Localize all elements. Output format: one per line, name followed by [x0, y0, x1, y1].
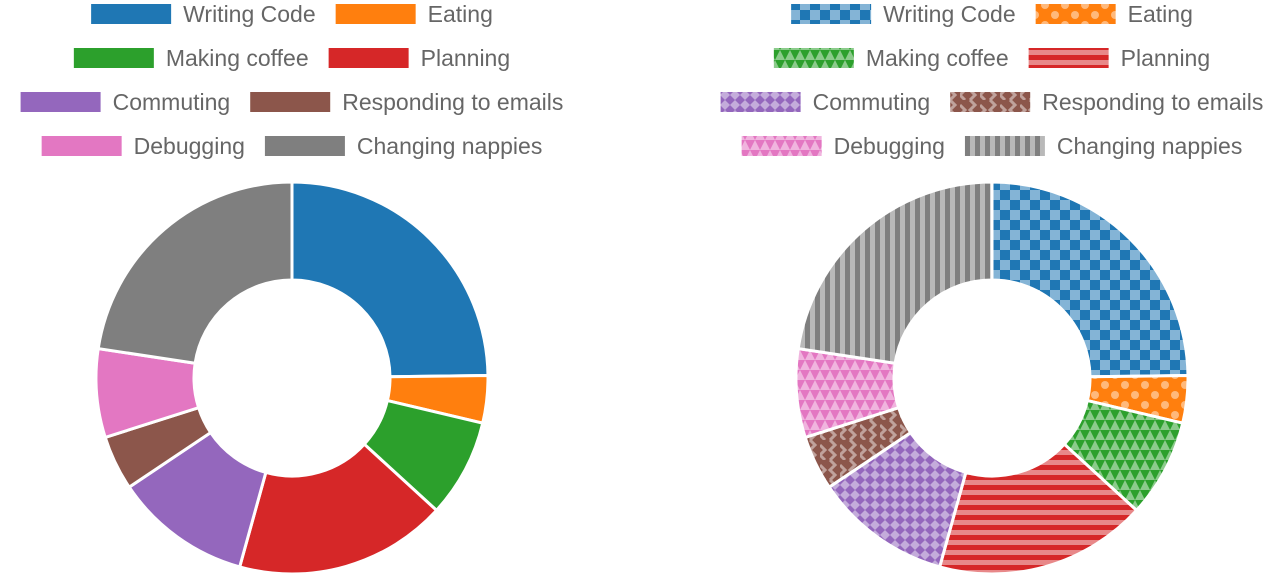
doughnut-slices — [94, 180, 490, 575]
legend-swatch — [741, 136, 822, 156]
legend-item-changing-nappies[interactable]: Changing nappies — [264, 133, 542, 159]
legend-item-planning[interactable]: Planning — [328, 45, 511, 71]
legend-label: Making coffee — [166, 45, 309, 71]
legend-item-commuting[interactable]: Commuting — [720, 89, 931, 115]
legend-item-commuting[interactable]: Commuting — [20, 89, 231, 115]
legend-swatch — [1035, 4, 1116, 24]
legend-item-making-coffee[interactable]: Making coffee — [773, 45, 1009, 71]
legend-swatch — [91, 4, 172, 24]
legend-label: Debugging — [834, 133, 945, 159]
legend: Writing Code Eating Making coffee Planning C… — [720, 1, 1263, 159]
legend-label: Responding to emails — [1042, 89, 1263, 115]
slice-writing-code[interactable] — [290, 180, 490, 379]
legend-item-debugging[interactable]: Debugging — [41, 133, 245, 159]
legend-label: Writing Code — [183, 1, 316, 27]
legend-item-writing-code[interactable]: Writing Code — [91, 1, 316, 27]
legend-label: Changing nappies — [357, 133, 542, 159]
legend-label: Writing Code — [883, 1, 1016, 27]
legend-label: Commuting — [813, 89, 931, 115]
legend-label: Responding to emails — [342, 89, 563, 115]
legend-swatch — [720, 92, 801, 112]
legend-label: Changing nappies — [1057, 133, 1242, 159]
doughnut-slices — [794, 180, 1190, 575]
legend-swatch — [73, 48, 154, 68]
legend-label: Planning — [1121, 45, 1211, 71]
legend-swatch — [41, 136, 122, 156]
doughnut-chart-patterned: Writing Code Eating Making coffee Planning C… — [720, 1, 1263, 575]
legend-item-responding-to-emails[interactable]: Responding to emails — [950, 89, 1263, 115]
legend-label: Commuting — [113, 89, 231, 115]
legend-swatch — [335, 4, 416, 24]
legend-item-responding-to-emails[interactable]: Responding to emails — [250, 89, 563, 115]
legend-swatch — [964, 136, 1045, 156]
legend-item-debugging[interactable]: Debugging — [741, 133, 945, 159]
legend-item-changing-nappies[interactable]: Changing nappies — [964, 133, 1242, 159]
legend-swatch — [773, 48, 854, 68]
slice-writing-code[interactable] — [990, 180, 1190, 379]
legend-item-writing-code[interactable]: Writing Code — [791, 1, 1016, 27]
legend-item-eating[interactable]: Eating — [335, 1, 493, 27]
legend-swatch — [328, 48, 409, 68]
legend-swatch — [1028, 48, 1109, 68]
legend-swatch — [950, 92, 1031, 112]
legend-label: Making coffee — [866, 45, 1009, 71]
doughnut-charts-canvas: Writing Code Eating Making coffee Planning C… — [20, 1, 1263, 575]
doughnut-chart-solid: Writing Code Eating Making coffee Planning C… — [20, 1, 563, 575]
legend-label: Eating — [1128, 1, 1193, 27]
legend-item-eating[interactable]: Eating — [1035, 1, 1193, 27]
legend-label: Planning — [421, 45, 511, 71]
legend-item-planning[interactable]: Planning — [1028, 45, 1211, 71]
legend-label: Debugging — [134, 133, 245, 159]
slice-changing-nappies[interactable] — [796, 180, 994, 365]
legend-swatch — [250, 92, 331, 112]
legend-swatch — [20, 92, 101, 112]
legend: Writing Code Eating Making coffee Planning C… — [20, 1, 563, 159]
legend-item-making-coffee[interactable]: Making coffee — [73, 45, 309, 71]
legend-swatch — [791, 4, 872, 24]
legend-swatch — [264, 136, 345, 156]
legend-label: Eating — [428, 1, 493, 27]
slice-changing-nappies[interactable] — [96, 180, 294, 365]
